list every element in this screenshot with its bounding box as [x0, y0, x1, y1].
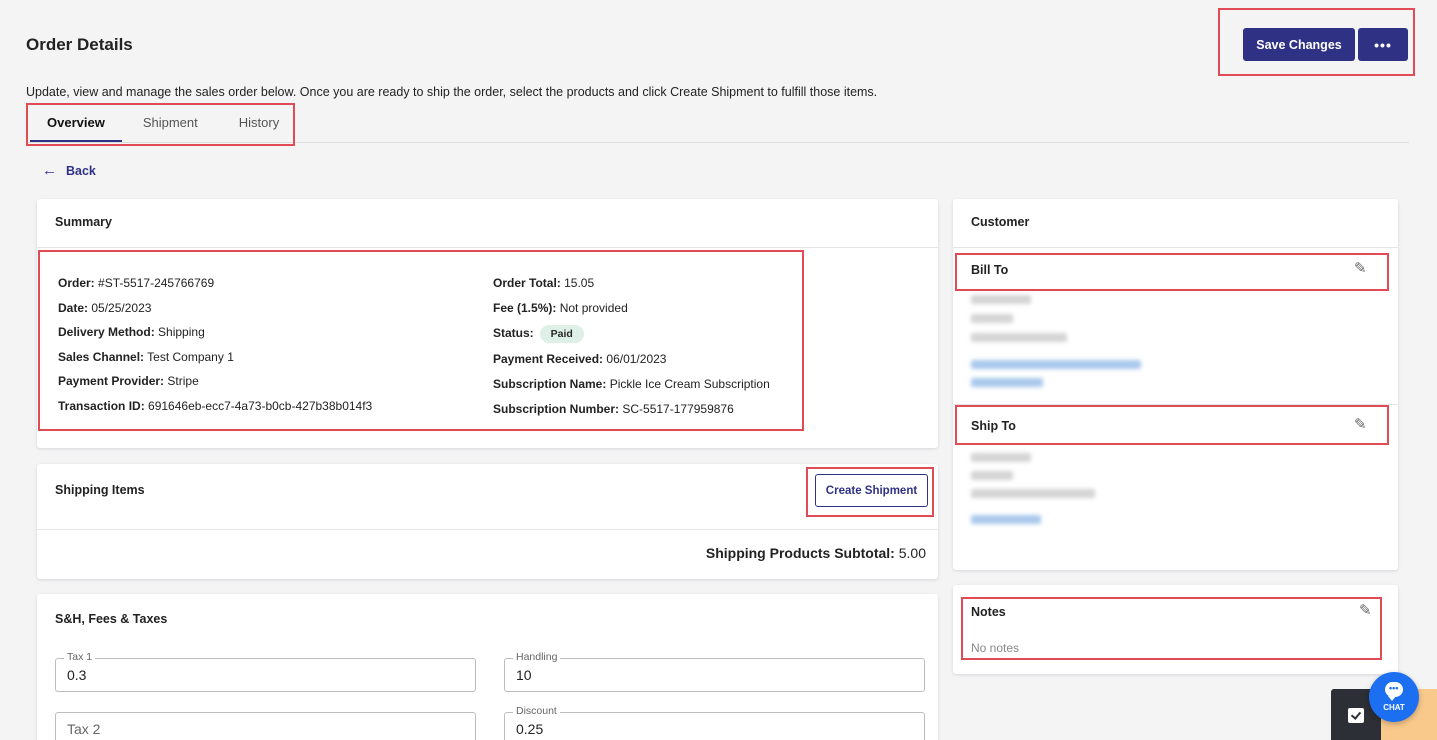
- discount-field[interactable]: Discount: [504, 705, 925, 740]
- order-status: Status: Paid: [493, 325, 584, 343]
- clipboard-check-icon: [1348, 708, 1364, 723]
- chat-label: CHAT: [1383, 703, 1405, 712]
- create-shipment-button[interactable]: Create Shipment: [815, 474, 928, 507]
- redacted-text: [971, 453, 1031, 462]
- tabs-divider: [26, 142, 1409, 143]
- tax1-field[interactable]: Tax 1: [55, 651, 476, 692]
- redacted-text: [971, 295, 1031, 304]
- redacted-text: [971, 471, 1013, 480]
- handling-field[interactable]: Handling: [504, 651, 925, 692]
- tax1-input[interactable]: [67, 667, 467, 683]
- more-options-button[interactable]: •••: [1358, 28, 1408, 61]
- delivery-method: Delivery Method: Shipping: [58, 325, 205, 339]
- tax1-label: Tax 1: [64, 651, 96, 663]
- chat-bubble-icon: •••: [1385, 682, 1403, 701]
- order-number: Order: #ST-5517-245766769: [58, 276, 215, 290]
- page-description: Update, view and manage the sales order …: [26, 85, 878, 99]
- handling-label: Handling: [513, 651, 561, 663]
- redacted-text: [971, 314, 1013, 323]
- save-changes-button[interactable]: Save Changes: [1243, 28, 1355, 61]
- order-date: Date: 05/25/2023: [58, 301, 152, 315]
- payment-received: Payment Received: 06/01/2023: [493, 352, 667, 366]
- tab-bar: Overview Shipment History: [30, 106, 296, 142]
- redacted-link: [971, 378, 1043, 387]
- notes-text: No notes: [971, 641, 1020, 655]
- payment-provider: Payment Provider: Stripe: [58, 374, 199, 388]
- section-divider: [953, 404, 1398, 405]
- sales-channel: Sales Channel: Test Company 1: [58, 350, 234, 364]
- edit-bill-to-icon[interactable]: ✎: [1354, 259, 1367, 277]
- tab-overview[interactable]: Overview: [30, 106, 122, 142]
- shipping-items-title: Shipping Items: [37, 464, 938, 530]
- transaction-id: Transaction ID: 691646eb-ecc7-4a73-b0cb-…: [58, 399, 373, 413]
- tax2-input[interactable]: [67, 721, 467, 737]
- edit-ship-to-icon[interactable]: ✎: [1354, 415, 1367, 433]
- tab-shipment[interactable]: Shipment: [122, 106, 219, 142]
- shipping-subtotal: Shipping Products Subtotal: 5.00: [705, 545, 926, 561]
- redacted-link: [971, 515, 1041, 524]
- arrow-left-icon: ←: [42, 162, 57, 179]
- bill-to-title: Bill To: [971, 263, 1009, 277]
- notes-title: Notes: [971, 605, 1006, 619]
- order-total: Order Total: 15.05: [493, 276, 595, 290]
- tax2-field[interactable]: [55, 712, 476, 740]
- redacted-link: [971, 360, 1141, 369]
- summary-title: Summary: [37, 199, 938, 248]
- discount-input[interactable]: [516, 721, 916, 737]
- customer-title: Customer: [953, 199, 1398, 248]
- page-title: Order Details: [26, 35, 133, 54]
- handling-input[interactable]: [516, 667, 916, 683]
- fees-taxes-title: S&H, Fees & Taxes: [55, 612, 168, 626]
- order-fee: Fee (1.5%): Not provided: [493, 301, 628, 315]
- back-link[interactable]: ← Back: [42, 162, 96, 179]
- status-badge: Paid: [539, 325, 584, 343]
- tab-history[interactable]: History: [219, 106, 296, 142]
- redacted-text: [971, 333, 1067, 342]
- shipping-items-card: Shipping Items Create Shipment Shipping …: [37, 464, 938, 579]
- edit-notes-icon[interactable]: ✎: [1359, 601, 1372, 619]
- subscription-number: Subscription Number: SC-5517-177959876: [493, 402, 734, 416]
- chat-button[interactable]: ••• CHAT: [1369, 672, 1419, 722]
- back-label: Back: [66, 163, 96, 178]
- subscription-name: Subscription Name: Pickle Ice Cream Subs…: [493, 377, 770, 391]
- redacted-text: [971, 489, 1095, 498]
- summary-card: Summary Order: #ST-5517-245766769 Date: …: [37, 199, 938, 448]
- ship-to-title: Ship To: [971, 419, 1016, 433]
- discount-label: Discount: [513, 705, 560, 717]
- notes-card: Notes ✎ No notes: [953, 585, 1398, 674]
- customer-card: Customer Bill To ✎ Ship To ✎: [953, 199, 1398, 570]
- fees-taxes-card: S&H, Fees & Taxes Tax 1 Handling Discoun…: [37, 594, 938, 740]
